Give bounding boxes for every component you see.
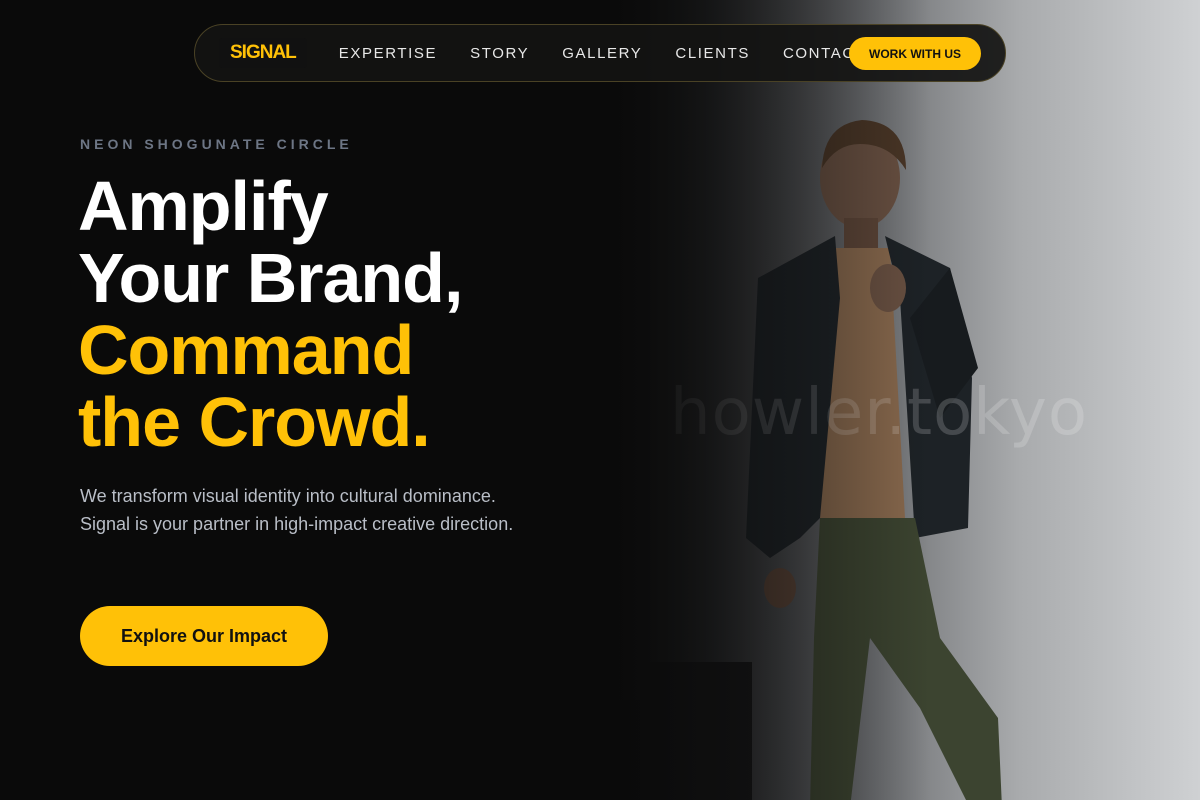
headline-line-3: Command [78,311,414,389]
main-nav: SIGNAL EXPERTISE STORY GALLERY CLIENTS C… [194,24,1006,82]
headline-line-2: Your Brand, [78,239,463,317]
model-figure [746,120,1002,800]
nav-link-expertise[interactable]: EXPERTISE [339,45,437,62]
explore-impact-button[interactable]: Explore Our Impact [80,606,328,666]
nav-links: EXPERTISE STORY GALLERY CLIENTS CONTACT [339,45,899,62]
headline-line-1: Amplify [78,167,329,245]
hero-headline: Amplify Your Brand, Command the Crowd. [78,167,463,461]
nav-link-clients[interactable]: CLIENTS [675,45,750,62]
headline-line-4: the Crowd. [78,383,431,461]
hero-photo: howler.tokyo [600,0,1200,800]
photo-watermark: howler.tokyo [670,376,1089,450]
hero-description: We transform visual identity into cultur… [80,486,514,534]
work-with-us-button[interactable]: WORK WITH US [849,37,981,70]
nav-link-gallery[interactable]: GALLERY [562,45,642,62]
hero-eyebrow: NEON SHOGUNATE CIRCLE [80,136,353,152]
nav-link-story[interactable]: STORY [470,45,529,62]
pedestal [640,662,752,800]
logo[interactable]: SIGNAL [219,38,307,68]
